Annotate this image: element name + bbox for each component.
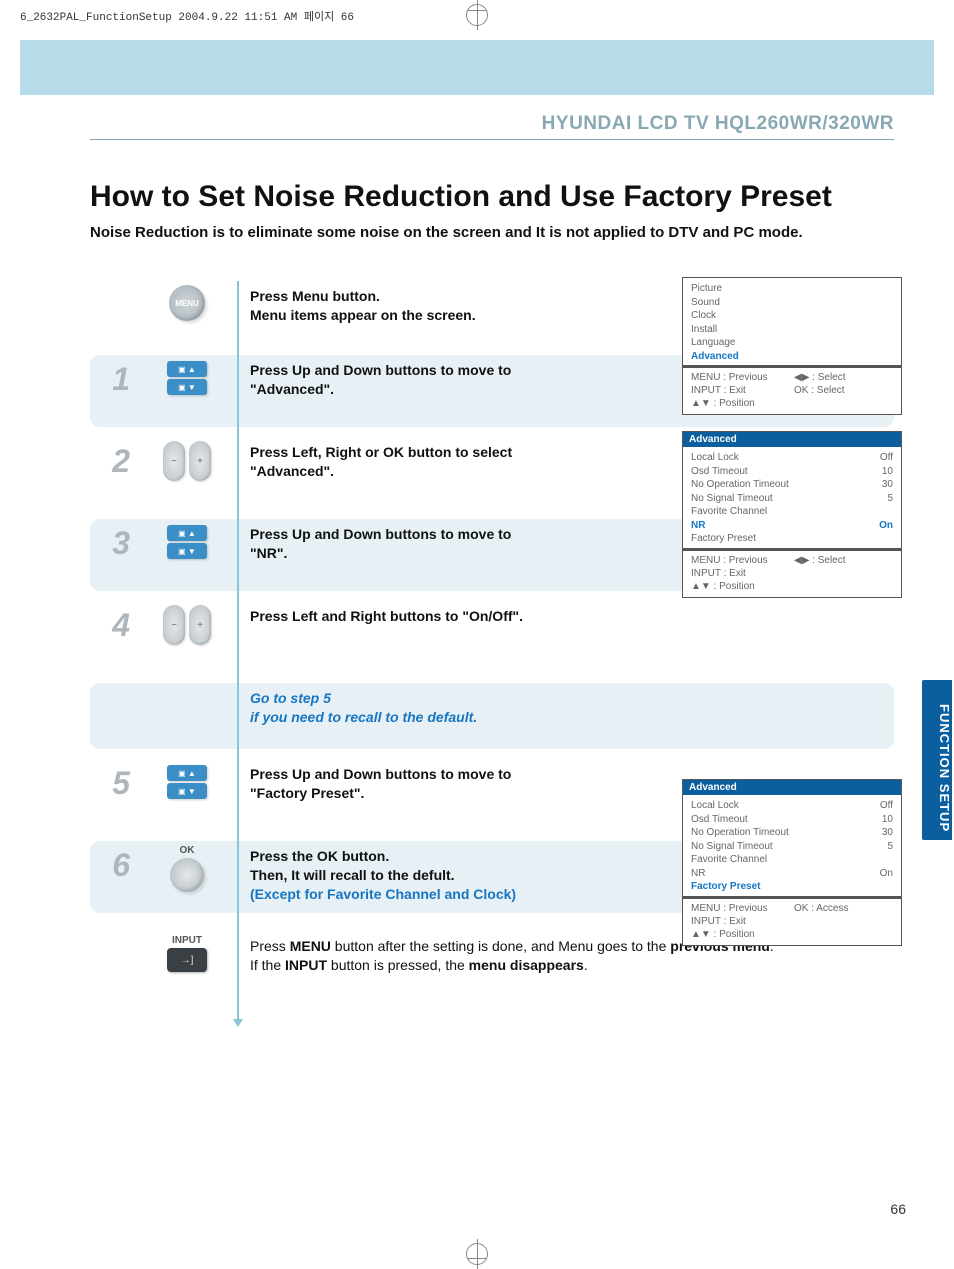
step-3-line2: "NR".: [250, 544, 511, 563]
updown-icon: ▣ ▲ ▣ ▼: [142, 359, 232, 397]
up-button-icon: ▣ ▲: [167, 361, 207, 377]
step-6-line1: Press the OK button.: [250, 847, 516, 866]
page-content: HYUNDAI LCD TV HQL260WR/320WR How to Set…: [20, 95, 934, 1229]
osd-main-menu: Picture Sound Clock Install Language Adv…: [682, 277, 902, 415]
remote-ok-button: [170, 858, 204, 892]
right-button-icon: +: [189, 605, 211, 645]
crop-marks-bottom: [0, 1229, 954, 1269]
input-label: INPUT: [142, 935, 232, 946]
step-2-line1: Press Left, Right or OK button to select: [250, 443, 512, 462]
note-line1: Go to step 5: [250, 689, 477, 708]
down-button-icon: ▣ ▼: [167, 783, 207, 799]
osd-advanced-factory: Advanced Local LockOff Osd Timeout10 No …: [682, 779, 902, 946]
down-button-icon: ▣ ▼: [167, 379, 207, 395]
remote-menu-button: MENU: [169, 285, 205, 321]
left-button-icon: −: [163, 605, 185, 645]
step-5-line1: Press Up and Down buttons to move to: [250, 765, 511, 784]
step-2-number: 2: [90, 443, 130, 480]
brand-header: HYUNDAI LCD TV HQL260WR/320WR: [90, 113, 894, 140]
step-4-number: 4: [90, 607, 130, 644]
up-button-icon: ▣ ▲: [167, 525, 207, 541]
step-note: Go to step 5 if you need to recall to th…: [90, 683, 894, 749]
note-line2: if you need to recall to the default.: [250, 708, 477, 727]
left-button-icon: −: [163, 441, 185, 481]
step-3-number: 3: [90, 525, 130, 562]
top-color-band: [20, 40, 934, 95]
step-3-line1: Press Up and Down buttons to move to: [250, 525, 511, 544]
step-menu-line2: Menu items appear on the screen.: [250, 306, 476, 325]
right-button-icon: +: [189, 441, 211, 481]
page-subtitle: Noise Reduction is to eliminate some noi…: [90, 224, 894, 241]
step-4: 4 − + Press Left and Right buttons to "O…: [90, 601, 894, 673]
section-tab: FUNCTION SETUP: [922, 680, 952, 840]
step-4-line1: Press Left and Right buttons to "On/Off"…: [250, 607, 523, 626]
step-1-number: 1: [90, 361, 130, 398]
menu-button-icon: MENU: [142, 285, 232, 321]
ok-label: OK: [142, 845, 232, 856]
up-button-icon: ▣ ▲: [167, 765, 207, 781]
step-5-line2: "Factory Preset".: [250, 784, 511, 803]
step-6-line3: (Except for Favorite Channel and Clock): [250, 885, 516, 904]
step-5-number: 5: [90, 765, 130, 802]
step-menu-line1: Press Menu button.: [250, 287, 476, 306]
ok-button-icon: OK: [142, 845, 232, 892]
final-line2: If the INPUT button is pressed, the menu…: [250, 956, 774, 975]
page-title: How to Set Noise Reduction and Use Facto…: [90, 180, 894, 214]
updown-icon-5: ▣ ▲ ▣ ▼: [142, 763, 232, 801]
osd-advanced-nr: Advanced Local LockOff Osd Timeout10 No …: [682, 431, 902, 598]
steps-container: MENU Press Menu button. Menu items appea…: [90, 281, 894, 1011]
page-number: 66: [890, 1201, 906, 1217]
step-1-line1: Press Up and Down buttons to move to: [250, 361, 511, 380]
input-button-icon: INPUT →]: [142, 935, 232, 972]
step-1-line2: "Advanced".: [250, 380, 511, 399]
leftright-icon: − +: [142, 441, 232, 481]
print-header: 6_2632PAL_FunctionSetup 2004.9.22 11:51 …: [20, 8, 354, 24]
remote-input-button: →]: [167, 948, 207, 972]
updown-icon-3: ▣ ▲ ▣ ▼: [142, 523, 232, 561]
step-2-line2: "Advanced".: [250, 462, 512, 481]
down-button-icon: ▣ ▼: [167, 543, 207, 559]
step-6-line2: Then, It will recall to the defult.: [250, 866, 516, 885]
step-6-number: 6: [90, 847, 130, 884]
leftright-icon-4: − +: [142, 605, 232, 645]
